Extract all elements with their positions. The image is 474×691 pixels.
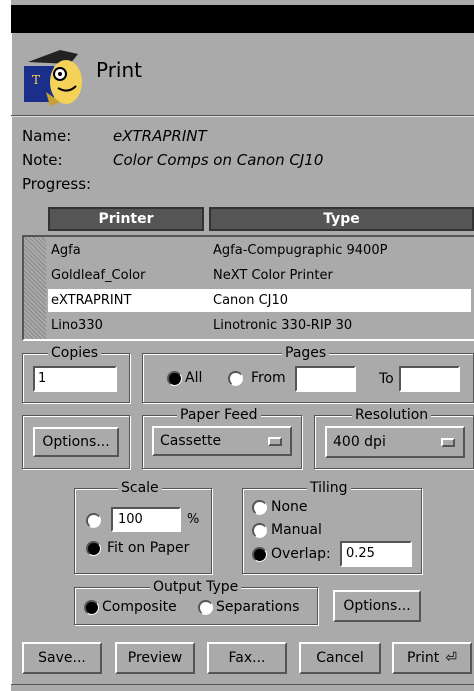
save-button[interactable]: Save... — [22, 642, 102, 674]
printer-type: Agfa-Compugraphic 9400P — [213, 243, 388, 258]
radio-icon — [252, 522, 267, 538]
cancel-label: Cancel — [316, 650, 364, 666]
resolution-label: Resolution — [352, 408, 432, 422]
header-divider — [11, 115, 474, 117]
cancel-button[interactable]: Cancel — [299, 642, 381, 674]
printer-row-extraprint-selected[interactable]: eXTRAPRINT Canon CJ10 — [48, 289, 471, 312]
scale-percent-radio[interactable] — [86, 512, 101, 528]
tiling-none-radio[interactable]: None — [252, 499, 308, 515]
pages-all-radio[interactable]: All — [167, 370, 202, 386]
print-label: Print — [407, 650, 440, 666]
copies-value: 1 — [38, 371, 47, 386]
save-label: Save... — [38, 650, 86, 666]
percent-sign: % — [187, 512, 200, 527]
options-button-label: Options... — [42, 434, 110, 450]
title-bar[interactable] — [11, 5, 474, 33]
radio-selected-icon — [84, 599, 99, 615]
preview-button[interactable]: Preview — [115, 642, 195, 674]
printer-name: Lino330 — [51, 318, 103, 333]
output-options-label: Options... — [343, 598, 411, 614]
pages-to-label: To — [379, 371, 394, 387]
name-value: eXTRAPRINT — [113, 127, 207, 145]
printer-type: Canon CJ10 — [213, 293, 289, 308]
tiling-overlap-label: Overlap: — [271, 546, 331, 562]
fax-label: Fax... — [228, 650, 266, 666]
output-separations-radio[interactable]: Separations — [198, 599, 299, 615]
radio-icon — [252, 499, 267, 515]
radio-icon — [198, 599, 213, 615]
printer-row-agfa[interactable]: Agfa Agfa-Compugraphic 9400P — [48, 239, 471, 262]
bottom-divider — [11, 684, 474, 691]
radio-icon — [86, 512, 101, 528]
scale-fit-label: Fit on Paper — [107, 540, 190, 556]
printer-type: Linotronic 330-RIP 30 — [213, 318, 353, 333]
note-value: Color Comps on Canon CJ10 — [113, 151, 324, 169]
output-type-label: Output Type — [150, 580, 242, 594]
copies-label: Copies — [48, 346, 102, 360]
tiling-manual-radio[interactable]: Manual — [252, 522, 322, 538]
tiling-overlap-input[interactable]: 0.25 — [340, 541, 412, 567]
svg-text:T: T — [32, 73, 40, 87]
output-separations-label: Separations — [216, 599, 300, 615]
resolution-popup[interactable]: 400 dpi — [325, 426, 465, 458]
paper-feed-value: Cassette — [160, 433, 222, 449]
window-title: Print — [96, 58, 143, 82]
popup-icon — [441, 438, 455, 447]
paper-feed-label: Paper Feed — [177, 408, 261, 422]
printer-header-label: Printer — [98, 211, 154, 227]
radio-icon — [228, 370, 243, 386]
type-column-header[interactable]: Type — [209, 207, 474, 231]
scale-percent-value: 100 — [118, 512, 143, 527]
pages-label: Pages — [282, 346, 330, 360]
left-edge — [0, 0, 11, 691]
print-button[interactable]: Print ⏎ — [392, 642, 472, 674]
return-key-icon: ⏎ — [445, 650, 457, 666]
pages-from-label: From — [251, 370, 286, 386]
printer-row-goldleaf[interactable]: Goldleaf_Color NeXT Color Printer — [48, 264, 471, 287]
pages-from-input[interactable] — [295, 366, 356, 392]
scale-percent-input[interactable]: 100 — [111, 507, 181, 532]
fax-button[interactable]: Fax... — [207, 642, 287, 674]
scale-label: Scale — [118, 481, 162, 495]
popup-icon — [268, 437, 282, 446]
scale-fit-radio[interactable]: Fit on Paper — [86, 540, 189, 556]
printer-type: NeXT Color Printer — [213, 268, 333, 283]
note-label: Note: — [22, 151, 63, 169]
printer-row-lino330[interactable]: Lino330 Linotronic 330-RIP 30 — [48, 314, 471, 337]
output-composite-label: Composite — [102, 599, 177, 615]
tiling-none-label: None — [271, 499, 308, 515]
output-composite-radio[interactable]: Composite — [84, 599, 177, 615]
progress-label: Progress: — [22, 175, 92, 193]
tiling-manual-label: Manual — [271, 522, 322, 538]
radio-selected-icon — [86, 540, 101, 556]
printer-name: eXTRAPRINT — [51, 293, 132, 308]
output-options-button[interactable]: Options... — [333, 590, 421, 622]
radio-selected-icon — [167, 370, 182, 386]
pages-all-label: All — [185, 370, 203, 386]
tiling-overlap-value: 0.25 — [346, 546, 375, 561]
pages-from-radio[interactable]: From — [228, 370, 286, 386]
options-button[interactable]: Options... — [33, 427, 119, 457]
tiling-label: Tiling — [307, 481, 351, 495]
list-scrollbar[interactable] — [24, 237, 46, 339]
pages-to-input[interactable] — [399, 366, 460, 392]
printer-column-header[interactable]: Printer — [48, 207, 204, 231]
preview-label: Preview — [127, 650, 183, 666]
printer-name: Goldleaf_Color — [51, 268, 146, 283]
name-label: Name: — [22, 127, 72, 145]
tiling-overlap-radio[interactable]: Overlap: — [252, 546, 331, 562]
copies-input[interactable]: 1 — [33, 366, 117, 392]
printer-name: Agfa — [51, 243, 81, 258]
paper-feed-popup[interactable]: Cassette — [152, 426, 292, 456]
resolution-value: 400 dpi — [333, 434, 386, 450]
print-app-icon: T — [20, 42, 84, 106]
type-header-label: Type — [323, 211, 360, 227]
radio-selected-icon — [252, 546, 267, 562]
